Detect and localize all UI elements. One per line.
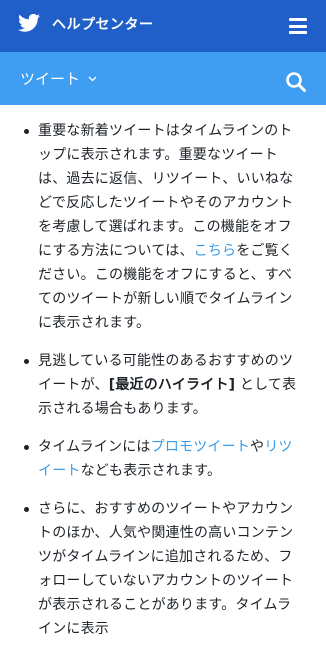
help-center-title[interactable]: ヘルプセンター [52,15,154,35]
item-text: 重要な新着ツイートはタイムラインのトップに表示されます。重要なツイートは、過去に… [38,123,294,259]
bullet-icon [24,359,29,364]
chevron-down-icon [88,76,97,82]
bullet-icon [24,507,29,512]
item-text: タイムラインには [38,439,151,455]
bullet-icon [24,445,29,450]
list-item: タイムラインにはプロモツイートやリツイートなども表示されます。 [22,435,304,483]
twitter-bird-icon[interactable] [18,13,40,33]
article-content: 重要な新着ツイートはタイムラインのトップに表示されます。重要なツイートは、過去に… [0,105,326,655]
list-item: さらに、おすすめのツイートやアカウントのほか、人気や関連性の高いコンテンツがタイ… [22,497,304,641]
item-text: や [250,439,265,455]
top-header: ヘルプセンター [0,0,326,52]
hamburger-menu-icon[interactable] [289,18,307,34]
promoted-tweets-link[interactable]: プロモツイート [151,439,250,455]
here-link[interactable]: こちら [194,243,237,259]
recent-highlights-label: [最近のハイライト] [108,377,236,393]
search-icon[interactable] [285,71,307,93]
list-item: 見逃している可能性のあるおすすめのツイートが、[最近のハイライト] として表示さ… [22,349,304,421]
section-navigation-bar: ツイート [0,52,326,105]
section-label: ツイート [20,70,81,88]
bullet-icon [24,129,29,134]
list-item: 重要な新着ツイートはタイムラインのトップに表示されます。重要なツイートは、過去に… [22,119,304,335]
section-dropdown[interactable]: ツイート [20,68,97,90]
item-text: さらに、おすすめのツイートやアカウントのほか、人気や関連性の高いコンテンツがタイ… [38,501,294,637]
bullet-list: 重要な新着ツイートはタイムラインのトップに表示されます。重要なツイートは、過去に… [22,119,304,641]
item-text: なども表示されます。 [80,463,222,479]
